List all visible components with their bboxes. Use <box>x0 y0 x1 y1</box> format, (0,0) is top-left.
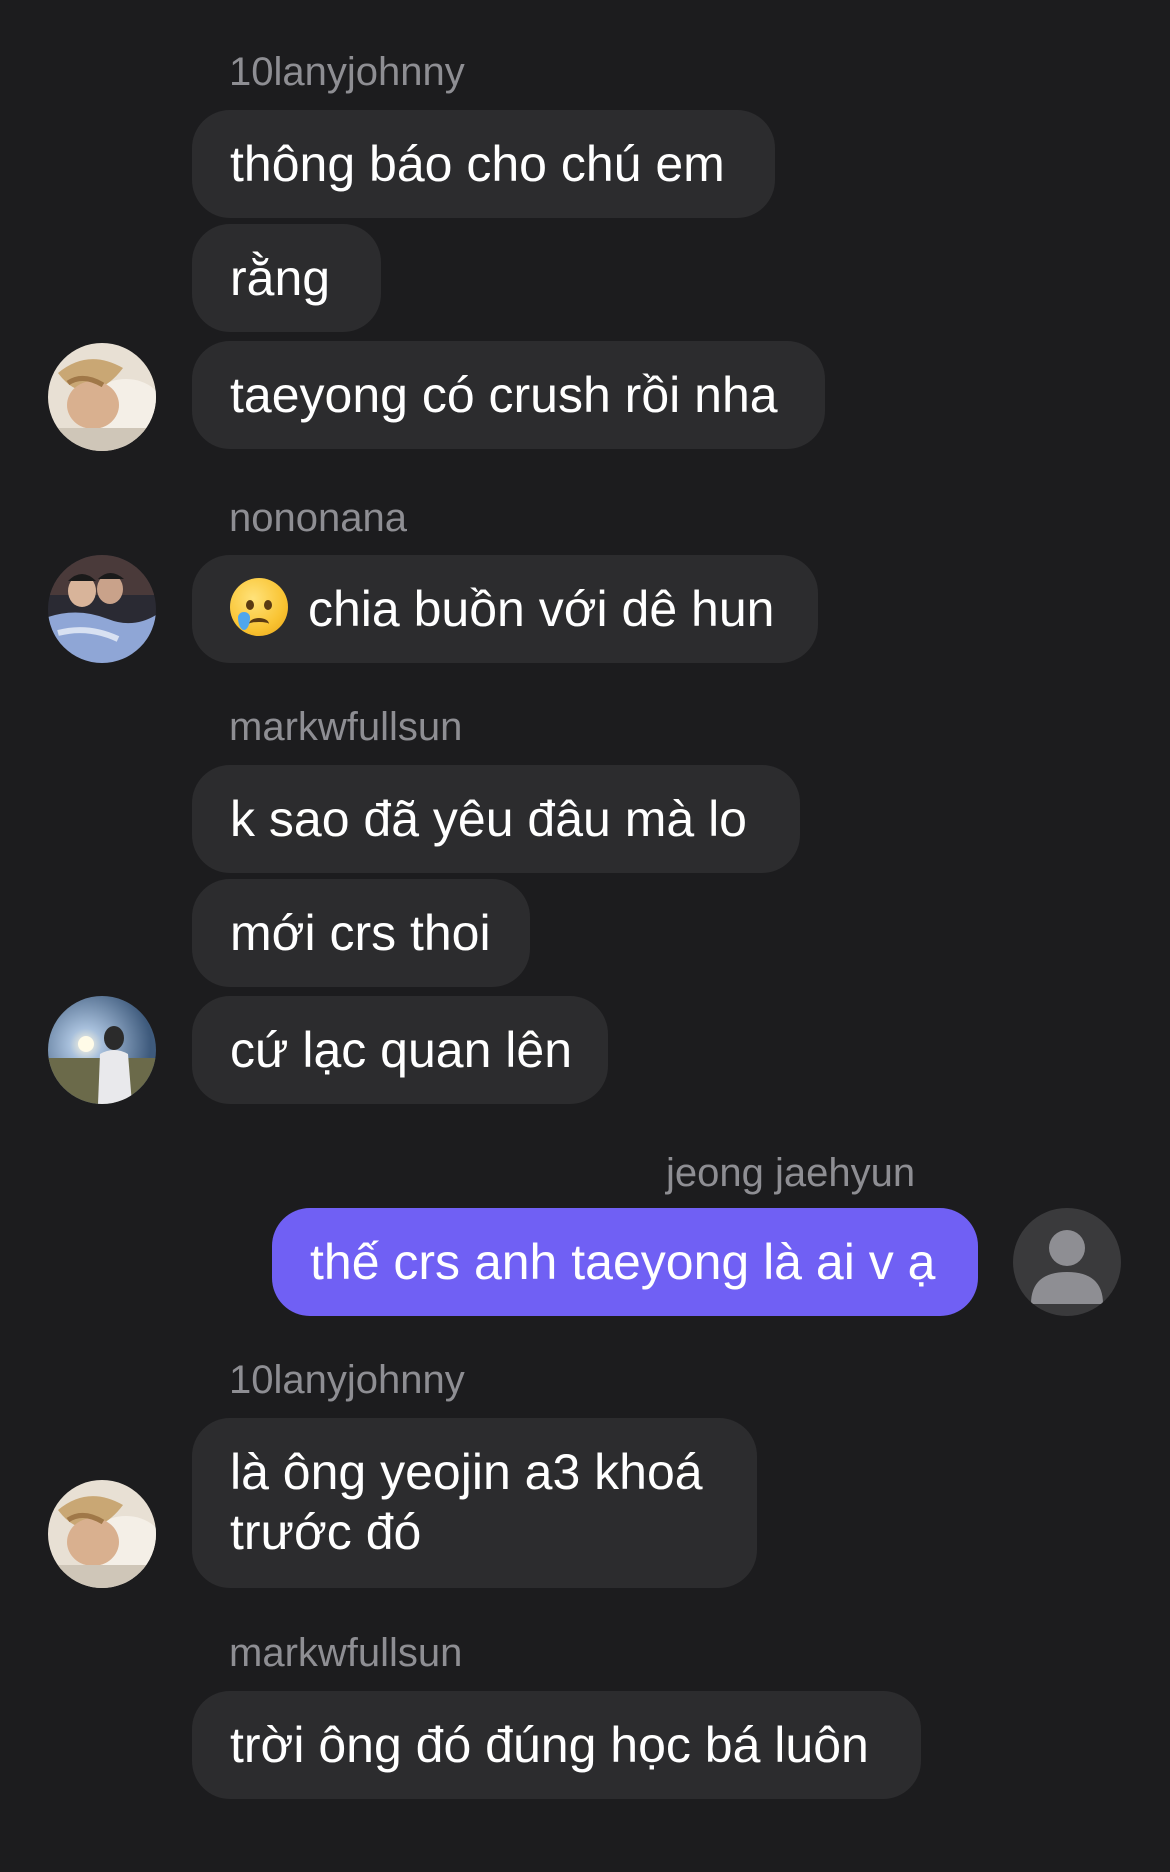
message-bubble[interactable]: chia buồn với dê hun <box>192 555 818 663</box>
sender-name: 10lanyjohnny <box>229 50 465 94</box>
sender-name: markwfullsun <box>229 1631 463 1675</box>
message-bubble[interactable]: cứ lạc quan lên <box>192 996 608 1104</box>
message-bubble[interactable]: trời ông đó đúng học bá luôn <box>192 1691 921 1799</box>
message-bubble[interactable]: k sao đã yêu đâu mà lo <box>192 765 800 873</box>
message-bubble[interactable]: mới crs thoi <box>192 879 530 987</box>
sender-name: nononana <box>229 496 407 540</box>
avatar[interactable] <box>48 996 156 1104</box>
sender-name: 10lanyjohnny <box>229 1358 465 1402</box>
message-text: chia buồn với dê hun <box>308 581 775 637</box>
message-bubble[interactable]: taeyong có crush rồi nha <box>192 341 825 449</box>
sender-name: markwfullsun <box>229 705 463 749</box>
crying-face-icon <box>230 578 288 636</box>
message-bubble[interactable]: thông báo cho chú em <box>192 110 775 218</box>
message-bubble[interactable]: là ông yeojin a3 khoá trước đó <box>192 1418 757 1588</box>
avatar[interactable] <box>48 1480 156 1588</box>
avatar[interactable] <box>48 343 156 451</box>
avatar[interactable] <box>48 555 156 663</box>
my-message-bubble[interactable]: thế crs anh taeyong là ai v ạ <box>272 1208 978 1316</box>
sender-name: jeong jaehyun <box>666 1151 916 1195</box>
message-bubble[interactable]: rằng <box>192 224 381 332</box>
default-avatar-icon[interactable] <box>1013 1208 1121 1316</box>
